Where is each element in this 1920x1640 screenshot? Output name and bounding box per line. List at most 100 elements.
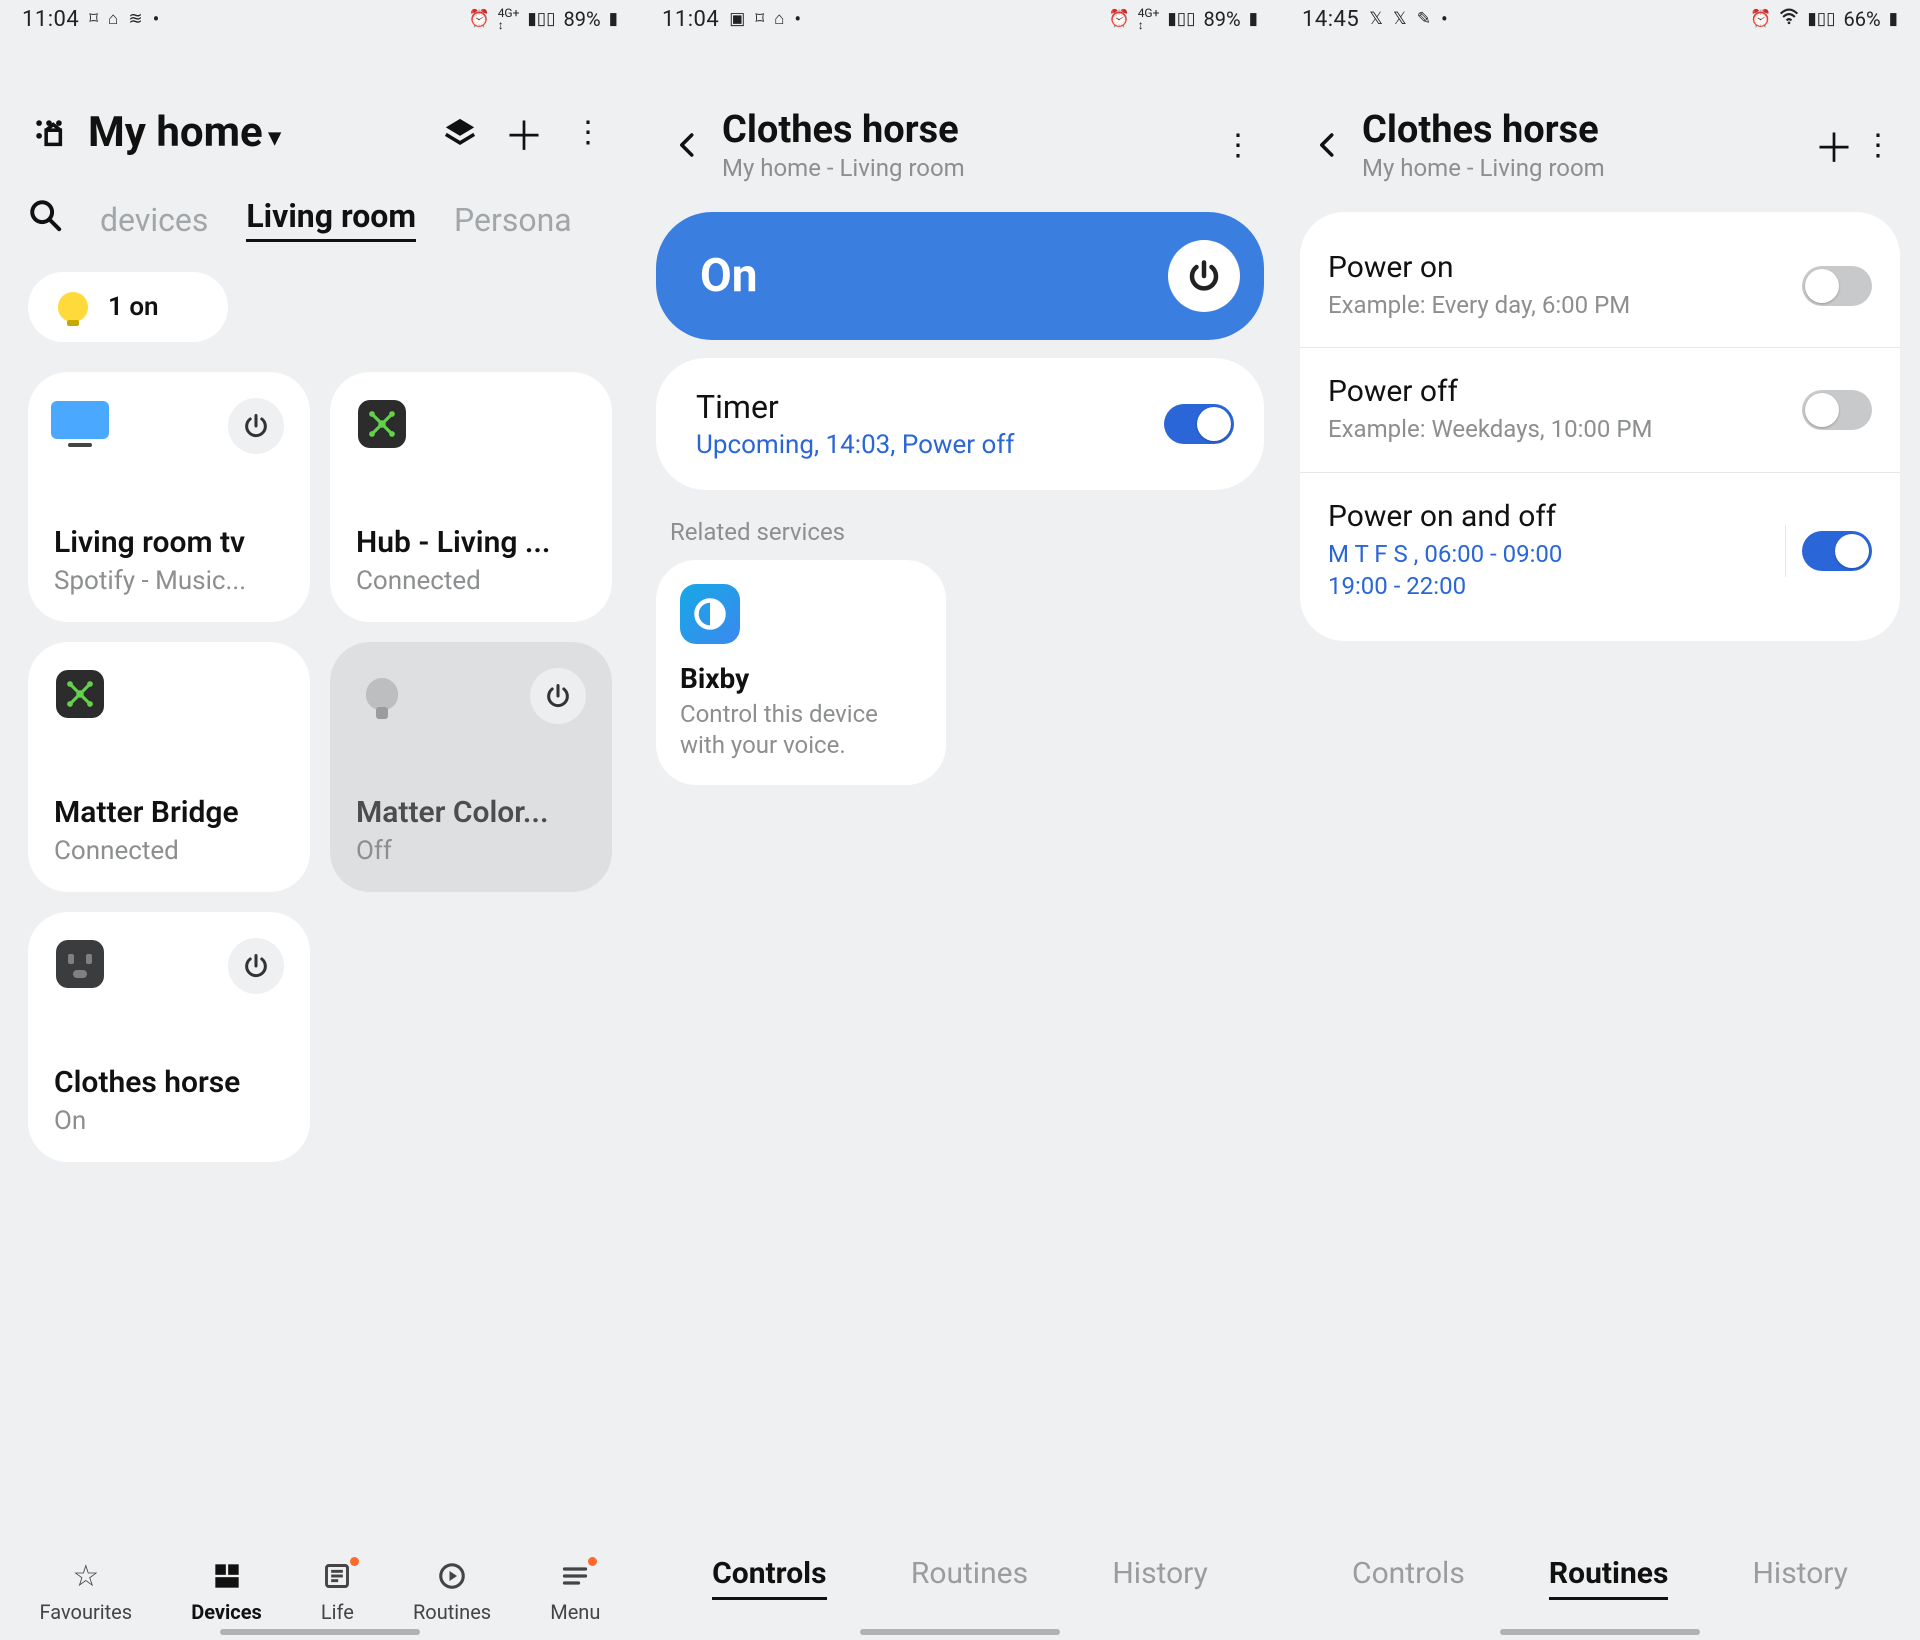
routine-power-off[interactable]: Power off Example: Weekdays, 10:00 PM — [1300, 347, 1900, 471]
status-bar: 11:04 ⌑ ⌂ ≋ • ⏰ 4G+↕ ▮▯▯ 89% ▮ — [0, 0, 640, 38]
timer-card[interactable]: Timer Upcoming, 14:03, Power off — [656, 358, 1264, 490]
home-indicator[interactable] — [220, 1629, 420, 1635]
screen-device-routines: 14:45 𝕏 𝕏 ✎ • ⏰ ▮▯▯ 66% ▮ Clothes horse … — [1280, 0, 1920, 1640]
device-status: Connected — [54, 836, 284, 866]
home-icon: ⌂ — [774, 11, 784, 28]
divider — [1785, 525, 1786, 577]
star-icon: ☆ — [72, 1560, 99, 1592]
x-app-icon: 𝕏 — [1369, 11, 1383, 28]
map-3d-button[interactable] — [438, 111, 482, 155]
add-routine-button[interactable]: ＋ — [1812, 123, 1856, 167]
back-button[interactable] — [660, 117, 716, 173]
device-location: My home - Living room — [722, 154, 965, 182]
plus-icon: ＋ — [1814, 116, 1854, 174]
dropdown-caret-icon: ▾ — [269, 123, 281, 151]
signal-icon: ▮▯▯ — [1167, 11, 1195, 28]
power-toggle-button[interactable] — [1168, 240, 1240, 312]
device-card-clothes-horse[interactable]: Clothes horse On — [28, 912, 310, 1162]
device-title: Clothes horse — [1362, 108, 1605, 152]
timer-detail: Upcoming, 14:03, Power off — [696, 430, 1014, 460]
image-icon: ▣ — [729, 11, 745, 28]
routine-toggle[interactable] — [1802, 266, 1872, 306]
hub-icon — [356, 398, 408, 450]
news-icon — [323, 1560, 351, 1592]
tab-routines[interactable]: Routines — [911, 1556, 1028, 1600]
status-more-icon: • — [1441, 9, 1448, 29]
search-button[interactable] — [28, 198, 62, 241]
routine-title: Power on and off — [1328, 499, 1562, 534]
status-more-icon: • — [794, 9, 801, 29]
tab-history[interactable]: History — [1753, 1556, 1848, 1600]
bixby-description: Control this device with your voice. — [680, 699, 922, 761]
power-button[interactable] — [228, 938, 284, 994]
back-button[interactable] — [1300, 117, 1356, 173]
routine-detail: M T F S , 06:00 - 09:00 19:00 - 22:00 — [1328, 538, 1562, 603]
device-status: On — [54, 1106, 284, 1136]
device-card-matter-bridge[interactable]: Matter Bridge Connected — [28, 642, 310, 892]
alarm-icon: ⏰ — [469, 11, 490, 28]
smartthings-icon[interactable] — [30, 114, 68, 152]
related-services-label: Related services — [640, 518, 1280, 560]
alarm-icon: ⏰ — [1109, 11, 1130, 28]
routine-title: Power off — [1328, 374, 1652, 409]
device-card-tv[interactable]: Living room tv Spotify - Music... — [28, 372, 310, 622]
plus-icon: ＋ — [504, 104, 544, 162]
tab-all-devices[interactable]: devices — [100, 201, 208, 239]
more-button[interactable]: ⋮ — [566, 111, 610, 155]
device-status: Off — [356, 836, 586, 866]
lights-on-count: 1 on — [108, 292, 159, 322]
battery-percent: 89% — [1204, 7, 1241, 31]
weather-icon: ≋ — [128, 11, 142, 28]
home-indicator[interactable] — [1500, 1629, 1700, 1635]
tab-controls[interactable]: Controls — [712, 1556, 826, 1600]
status-more-icon: • — [153, 9, 160, 29]
location-dropdown[interactable]: My home ▾ — [88, 108, 281, 157]
tab-living-room[interactable]: Living room — [246, 197, 416, 242]
screen-devices: 11:04 ⌑ ⌂ ≋ • ⏰ 4G+↕ ▮▯▯ 89% ▮ My home ▾… — [0, 0, 640, 1640]
device-card-hub[interactable]: Hub - Living ... Connected — [330, 372, 612, 622]
routine-power-on-off[interactable]: Power on and off M T F S , 06:00 - 09:00… — [1300, 472, 1900, 629]
nav-devices[interactable]: Devices — [191, 1560, 262, 1624]
nav-label: Menu — [550, 1600, 600, 1624]
home-header: My home ▾ ＋ ⋮ — [0, 38, 640, 197]
power-state-label: On — [700, 249, 758, 303]
detail-header: Clothes horse My home - Living room ⋮ — [640, 38, 1280, 212]
power-button[interactable] — [530, 668, 586, 724]
screen-device-controls: 11:04 ▣ ⌑ ⌂ • ⏰ 4G+↕ ▮▯▯ 89% ▮ Clothes h… — [640, 0, 1280, 1640]
tab-controls[interactable]: Controls — [1352, 1556, 1465, 1600]
power-state-panel[interactable]: On — [656, 212, 1264, 340]
home-indicator[interactable] — [860, 1629, 1060, 1635]
power-button[interactable] — [228, 398, 284, 454]
bixby-card[interactable]: Bixby Control this device with your voic… — [656, 560, 946, 785]
device-status: Spotify - Music... — [54, 566, 284, 596]
tab-routines[interactable]: Routines — [1549, 1556, 1668, 1600]
bixby-icon — [680, 584, 740, 644]
wifi-icon — [1779, 7, 1799, 31]
routine-toggle[interactable] — [1802, 390, 1872, 430]
device-name: Clothes horse — [54, 1065, 284, 1100]
bottom-nav: ☆ Favourites Devices Life Routines — [0, 1538, 640, 1640]
routine-power-on[interactable]: Power on Example: Every day, 6:00 PM — [1300, 224, 1900, 347]
lights-on-summary[interactable]: 1 on — [28, 272, 228, 342]
nav-menu[interactable]: Menu — [550, 1560, 600, 1624]
routine-toggle[interactable] — [1802, 531, 1872, 571]
menu-icon — [561, 1560, 589, 1592]
more-button[interactable]: ⋮ — [1856, 123, 1900, 167]
nav-routines[interactable]: Routines — [413, 1560, 491, 1624]
device-name: Matter Color... — [356, 795, 586, 830]
tab-personal[interactable]: Persona — [454, 201, 572, 239]
more-button[interactable]: ⋮ — [1216, 123, 1260, 167]
status-time: 11:04 — [22, 7, 79, 32]
nav-label: Favourites — [40, 1600, 133, 1624]
device-card-matter-color[interactable]: Matter Color... Off — [330, 642, 612, 892]
notification-dot-icon — [350, 1557, 359, 1566]
hub-icon — [54, 668, 106, 720]
tab-history[interactable]: History — [1112, 1556, 1207, 1600]
bulb-off-icon — [356, 668, 408, 720]
nav-life[interactable]: Life — [321, 1560, 354, 1624]
timer-toggle[interactable] — [1164, 404, 1234, 444]
room-tabs: devices Living room Persona — [0, 197, 640, 272]
grid-icon — [213, 1560, 241, 1592]
nav-favourites[interactable]: ☆ Favourites — [40, 1560, 133, 1624]
add-button[interactable]: ＋ — [502, 111, 546, 155]
